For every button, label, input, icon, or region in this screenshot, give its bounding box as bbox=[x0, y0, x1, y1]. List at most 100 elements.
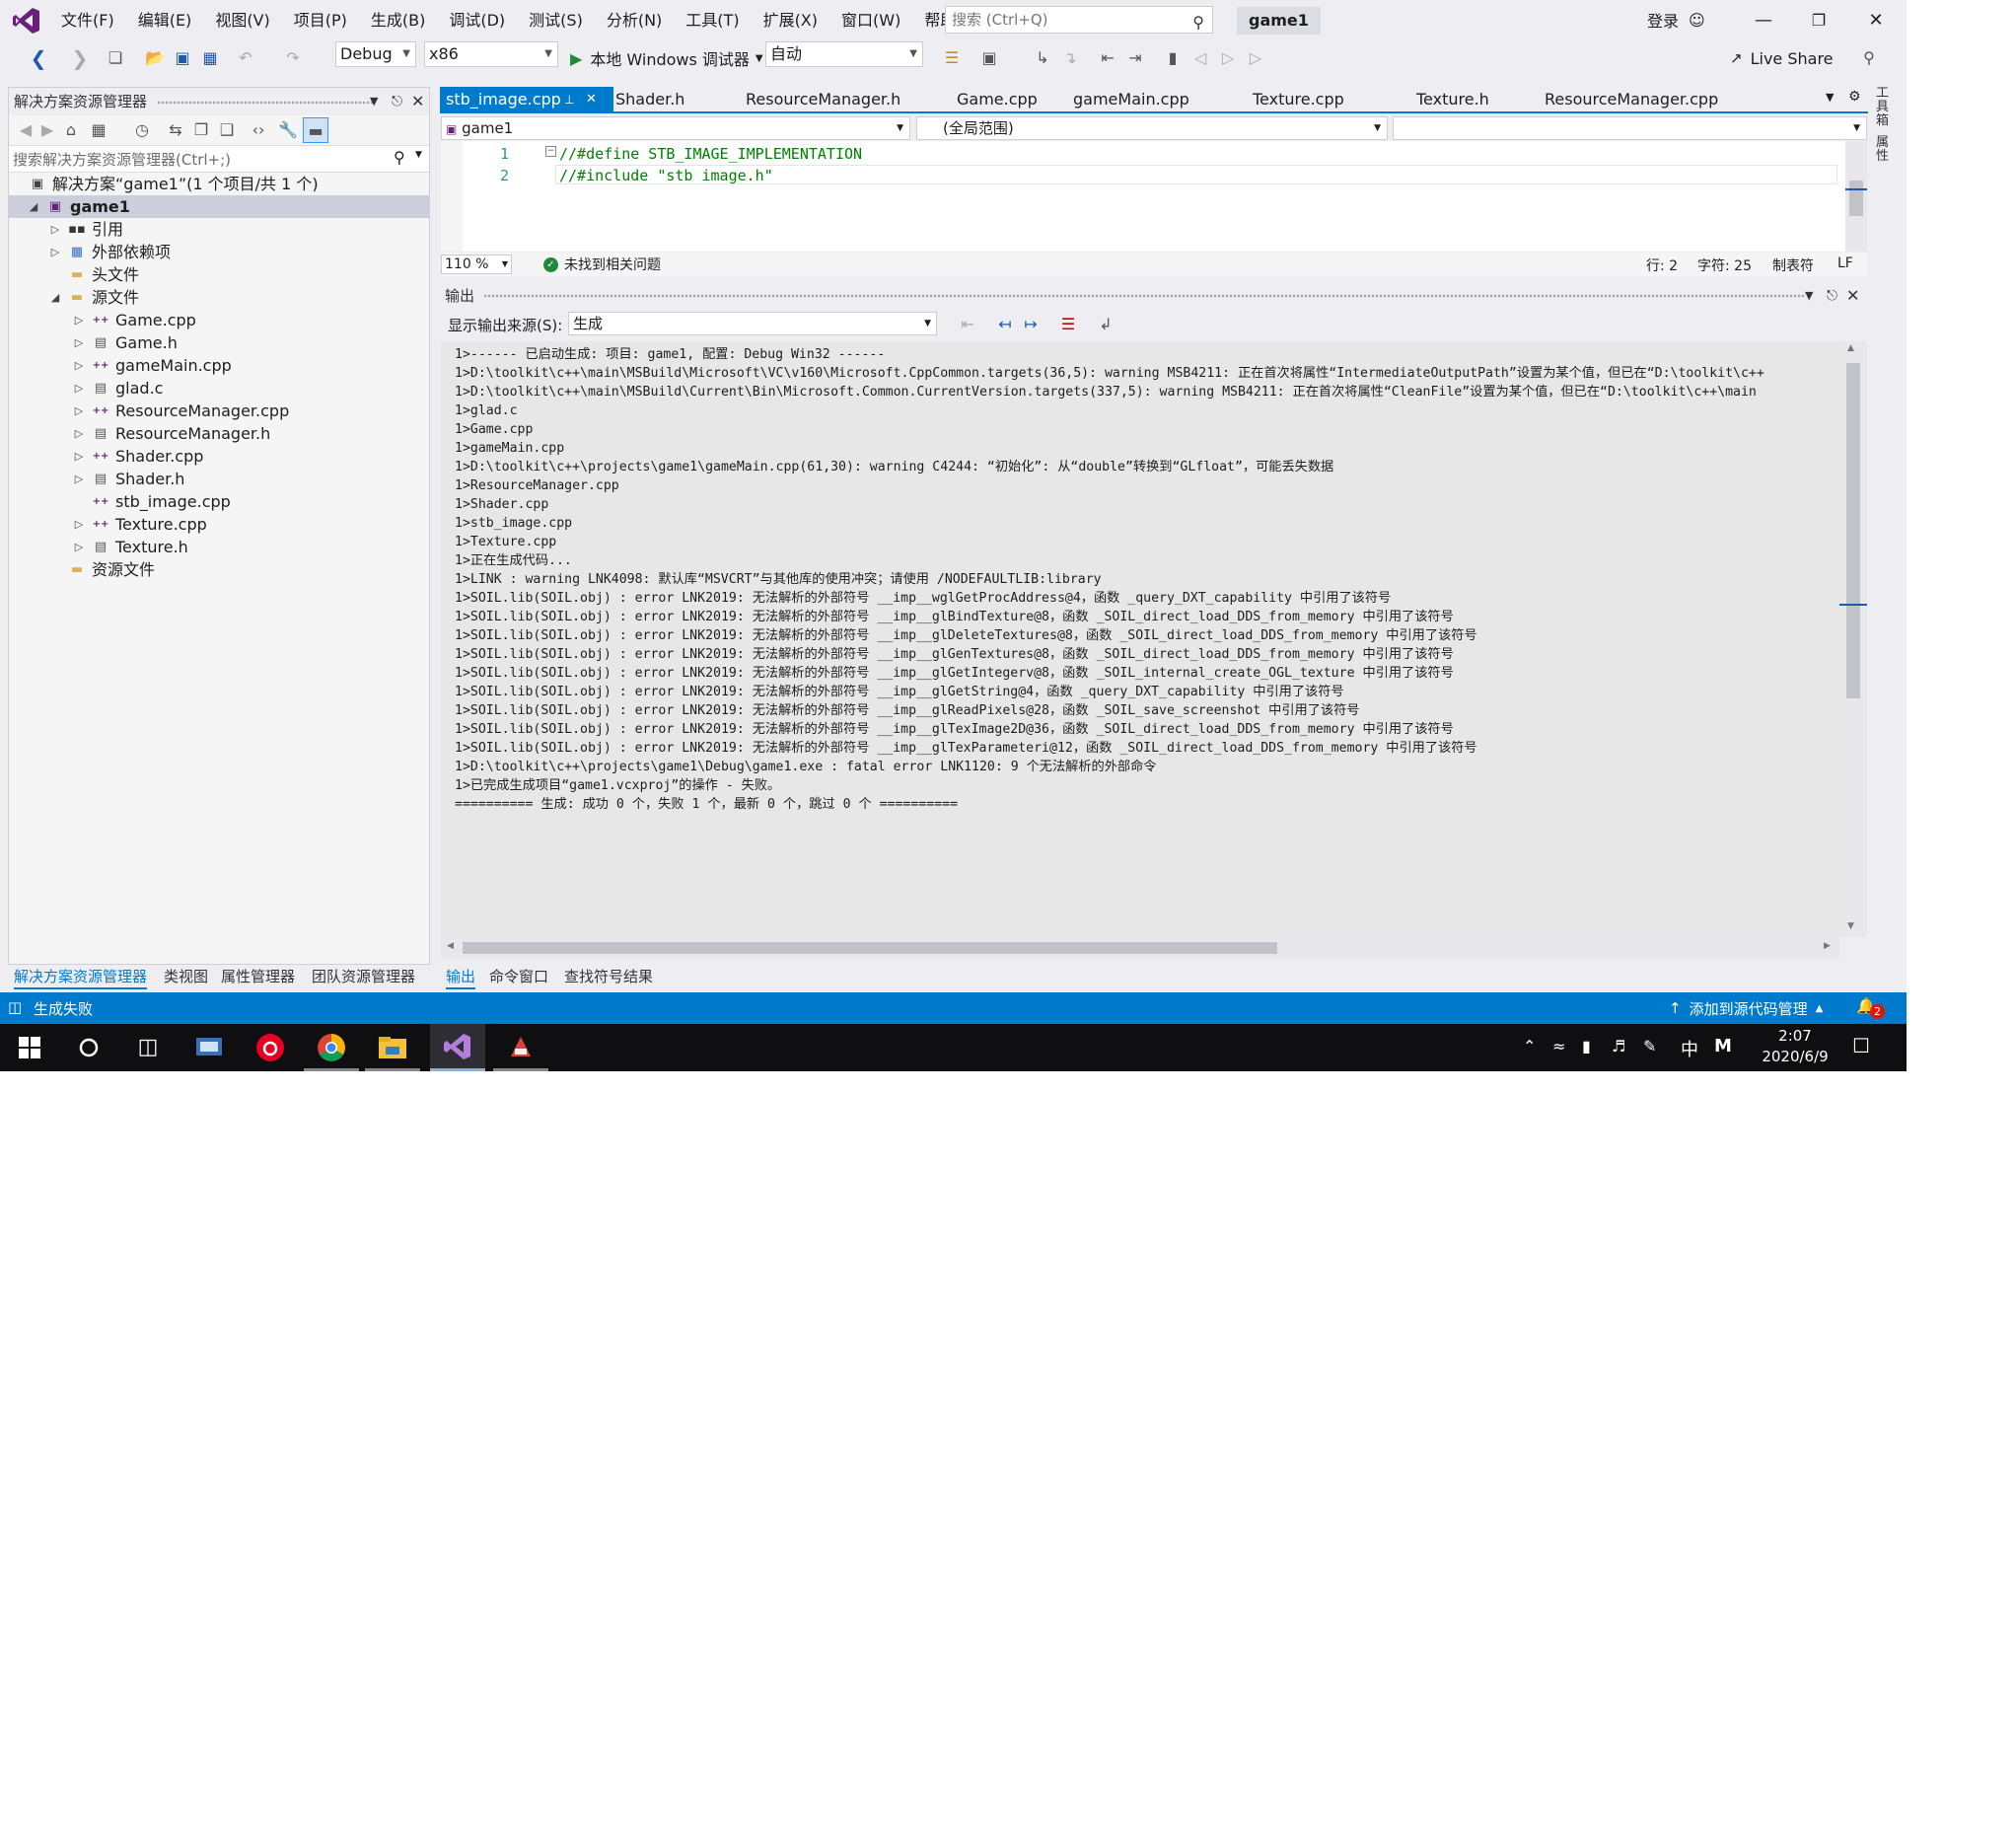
platform-dropdown[interactable]: x86 ▼ bbox=[424, 41, 558, 67]
bottom-tab[interactable]: 团队资源管理器 bbox=[312, 966, 415, 987]
member-nav-dropdown[interactable]: ▼ bbox=[1393, 116, 1867, 140]
sync-icon[interactable]: ⇆ bbox=[163, 117, 188, 143]
tree-item[interactable]: ▬ 头文件 bbox=[9, 263, 429, 286]
action-center-icon[interactable]: ☐ bbox=[1852, 1034, 1870, 1057]
properties-icon[interactable]: 🔧 bbox=[275, 117, 301, 143]
open-folder-icon[interactable]: 📂 bbox=[142, 45, 168, 71]
find-message-icon[interactable]: ⇤ bbox=[955, 312, 980, 337]
line-indicator[interactable]: 行: 2 bbox=[1646, 255, 1678, 275]
output-bottom-tab[interactable]: 命令窗口 bbox=[489, 966, 548, 987]
tree-item[interactable]: ▷ ++ gameMain.cpp bbox=[9, 354, 429, 377]
menu-item[interactable]: 文件(F) bbox=[49, 0, 126, 41]
task-view-icon[interactable]: ◫ bbox=[120, 1024, 176, 1071]
editor-tab[interactable]: stb_image.cpp ⊥ ✕ bbox=[440, 87, 613, 112]
tree-item[interactable]: ▷ ▦ 外部依赖项 bbox=[9, 241, 429, 263]
output-bottom-tab[interactable]: 输出 bbox=[446, 966, 476, 989]
show-hidden-icons-chevron-up-icon[interactable]: ⌃ bbox=[1523, 1037, 1536, 1056]
chevron-down-icon[interactable]: ▼ bbox=[1826, 91, 1834, 104]
code-line[interactable]: //#define STB_IMAGE_IMPLEMENTATION bbox=[559, 145, 862, 163]
scroll-up-icon[interactable]: ▲ bbox=[1847, 343, 1854, 353]
editor-tab[interactable]: ResourceManager.cpp bbox=[1539, 87, 1840, 112]
chevron-down-icon[interactable]: ▼ bbox=[1805, 283, 1813, 309]
tabs-mode-indicator[interactable]: 制表符 bbox=[1772, 255, 1814, 275]
notifications-button[interactable]: 🔔 2 bbox=[1856, 996, 1886, 1020]
tree-item[interactable]: ++ stb_image.cpp bbox=[9, 490, 429, 513]
save-icon[interactable]: ▣ bbox=[170, 45, 195, 71]
collapsed-arrow-icon[interactable]: ▷ bbox=[72, 354, 86, 377]
menu-item[interactable]: 工具(T) bbox=[674, 0, 751, 41]
step-disabled-icon[interactable]: ↴ bbox=[1057, 45, 1083, 71]
collapse-all-icon[interactable]: ❐ bbox=[188, 117, 214, 143]
battery-icon[interactable]: ▮ bbox=[1582, 1037, 1591, 1056]
collapsed-arrow-icon[interactable]: ▷ bbox=[72, 468, 86, 490]
gear-icon[interactable]: ⚙ bbox=[1848, 89, 1861, 105]
collapsed-arrow-icon[interactable]: ▷ bbox=[72, 422, 86, 445]
add-to-source-control-button[interactable]: ↑ 添加到源代码管理 ▲ bbox=[1669, 996, 1823, 1020]
app-icon[interactable] bbox=[181, 1024, 237, 1071]
cortana-search-icon[interactable] bbox=[61, 1024, 116, 1071]
collapsed-arrow-icon[interactable]: ▷ bbox=[48, 241, 62, 263]
menu-item[interactable]: 扩展(X) bbox=[752, 0, 829, 41]
close-tab-icon[interactable]: ✕ bbox=[586, 87, 597, 112]
indent-icon[interactable]: ⇥ bbox=[1122, 45, 1148, 71]
tree-item[interactable]: ◢ ▣ game1 bbox=[9, 195, 429, 218]
undo-icon[interactable]: ↶ bbox=[233, 45, 258, 71]
quick-launch-search[interactable]: 搜索 (Ctrl+Q) ⚲ bbox=[945, 6, 1213, 34]
scroll-thumb[interactable] bbox=[1846, 363, 1860, 698]
editor-tab[interactable]: ResourceManager.h bbox=[740, 87, 955, 112]
editor-tab[interactable]: Shader.h bbox=[610, 87, 744, 112]
menu-item[interactable]: 窗口(W) bbox=[829, 0, 912, 41]
visual-studio-taskbar-icon[interactable] bbox=[430, 1024, 485, 1071]
menu-item[interactable]: 项目(P) bbox=[282, 0, 359, 41]
collapsed-arrow-icon[interactable]: ▷ bbox=[72, 377, 86, 400]
collapsed-arrow-icon[interactable]: ▷ bbox=[48, 218, 62, 241]
tree-item[interactable]: ▷ ▤ Texture.h bbox=[9, 536, 429, 558]
menu-item[interactable]: 分析(N) bbox=[595, 0, 674, 41]
auto-dropdown[interactable]: 自动 ▼ bbox=[765, 41, 923, 67]
tree-item[interactable]: ▷ ▤ Shader.h bbox=[9, 468, 429, 490]
tree-item[interactable]: ▷ ▤ ResourceManager.h bbox=[9, 422, 429, 445]
menu-item[interactable]: 编辑(E) bbox=[126, 0, 204, 41]
chevron-down-icon[interactable]: ▼ bbox=[370, 88, 378, 115]
app-icon[interactable] bbox=[493, 1024, 548, 1071]
next-bookmark-icon[interactable]: ▷ bbox=[1215, 45, 1241, 71]
new-project-icon[interactable]: ❏ bbox=[103, 45, 128, 71]
scroll-left-icon[interactable]: ◀ bbox=[447, 941, 454, 951]
save-all-icon[interactable]: ▦ bbox=[197, 45, 223, 71]
side-tab[interactable]: 工具箱 bbox=[1876, 87, 1892, 128]
tree-item[interactable]: ◢ ▬ 源文件 bbox=[9, 286, 429, 309]
bottom-tab[interactable]: 属性管理器 bbox=[221, 966, 295, 987]
netease-music-icon[interactable] bbox=[243, 1024, 298, 1071]
chevron-down-icon[interactable]: ▼ bbox=[415, 150, 422, 160]
output-source-dropdown[interactable]: 生成 ▼ bbox=[568, 312, 937, 335]
prev-message-icon[interactable]: ↤ bbox=[992, 312, 1018, 337]
prev-bookmark-icon[interactable]: ◁ bbox=[1188, 45, 1213, 71]
clock[interactable]: 2:07 2020/6/9 bbox=[1756, 1026, 1835, 1067]
zoom-dropdown[interactable]: 110 % ▼ bbox=[441, 255, 512, 274]
home-icon[interactable]: ⌂ bbox=[58, 117, 84, 143]
tree-item[interactable]: ▷ ++ Texture.cpp bbox=[9, 513, 429, 536]
bookmark-icon[interactable]: ▮ bbox=[1160, 45, 1186, 71]
editor-tab[interactable]: Texture.cpp bbox=[1247, 87, 1414, 112]
menu-item[interactable]: 视图(V) bbox=[203, 0, 281, 41]
close-button[interactable]: ✕ bbox=[1856, 6, 1896, 36]
pen-icon[interactable]: ✎ bbox=[1643, 1037, 1656, 1056]
redo-icon[interactable]: ↷ bbox=[280, 45, 306, 71]
close-icon[interactable]: ✕ bbox=[1846, 283, 1859, 309]
clear-all-icon[interactable]: ☰ bbox=[1055, 312, 1081, 337]
volume-icon[interactable]: ♬ bbox=[1612, 1037, 1625, 1056]
scope-nav-dropdown[interactable]: (全局范围) ▼ bbox=[916, 116, 1388, 140]
ime-language-indicator[interactable]: 中 bbox=[1681, 1036, 1698, 1061]
word-wrap-icon[interactable]: ↲ bbox=[1093, 312, 1118, 337]
preview-icon[interactable]: ▬ bbox=[303, 117, 328, 143]
editor-tab[interactable]: gameMain.cpp bbox=[1067, 87, 1251, 112]
editor-tab[interactable]: Texture.h bbox=[1410, 87, 1543, 112]
chrome-icon[interactable] bbox=[304, 1024, 359, 1071]
output-horizontal-scrollbar[interactable]: ◀ ▶ bbox=[441, 937, 1839, 959]
minimize-button[interactable]: — bbox=[1744, 6, 1783, 36]
collapsed-arrow-icon[interactable]: ▷ bbox=[72, 400, 86, 422]
solution-search-box[interactable]: 搜索解决方案资源管理器(Ctrl+;) ⚲ ▼ bbox=[9, 145, 429, 173]
tree-item[interactable]: ▷ ▤ glad.c bbox=[9, 377, 429, 400]
tree-item[interactable]: ▷ ++ Game.cpp bbox=[9, 309, 429, 331]
collapsed-arrow-icon[interactable]: ▷ bbox=[72, 513, 86, 536]
